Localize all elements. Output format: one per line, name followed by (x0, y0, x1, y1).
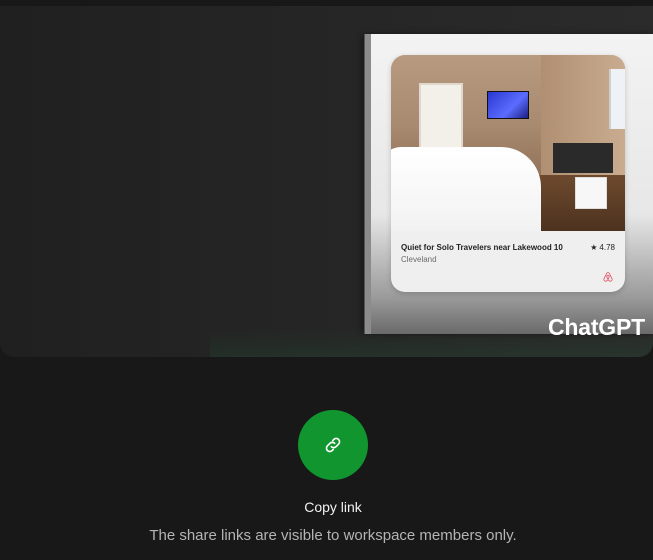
copy-link-button[interactable] (298, 410, 368, 480)
copy-link-label[interactable]: Copy link (0, 499, 653, 515)
link-icon (325, 437, 341, 453)
rating-value: 4.78 (599, 243, 615, 252)
photo-desk (553, 143, 613, 173)
listing-city: Cleveland (401, 255, 437, 264)
photo-bin (575, 177, 607, 209)
photo-window (609, 69, 625, 129)
listing-photo (391, 55, 625, 231)
photo-bed (391, 147, 541, 231)
listing-card: Quiet for Solo Travelers near Lakewood 1… (391, 55, 625, 292)
star-icon: ★ (590, 243, 598, 252)
share-preview-image: Quiet for Solo Travelers near Lakewood 1… (364, 34, 653, 334)
share-preview-card: Quiet for Solo Travelers near Lakewood 1… (0, 6, 653, 357)
listing-rating: ★ 4.78 (590, 243, 615, 252)
listing-title: Quiet for Solo Travelers near Lakewood 1… (401, 243, 563, 252)
airbnb-logo-icon (603, 272, 613, 282)
chatgpt-brand-label: ChatGPT (548, 314, 645, 340)
share-visibility-note: The share links are visible to workspace… (149, 527, 517, 544)
image-left-edge (365, 34, 371, 334)
photo-tv (487, 91, 529, 119)
